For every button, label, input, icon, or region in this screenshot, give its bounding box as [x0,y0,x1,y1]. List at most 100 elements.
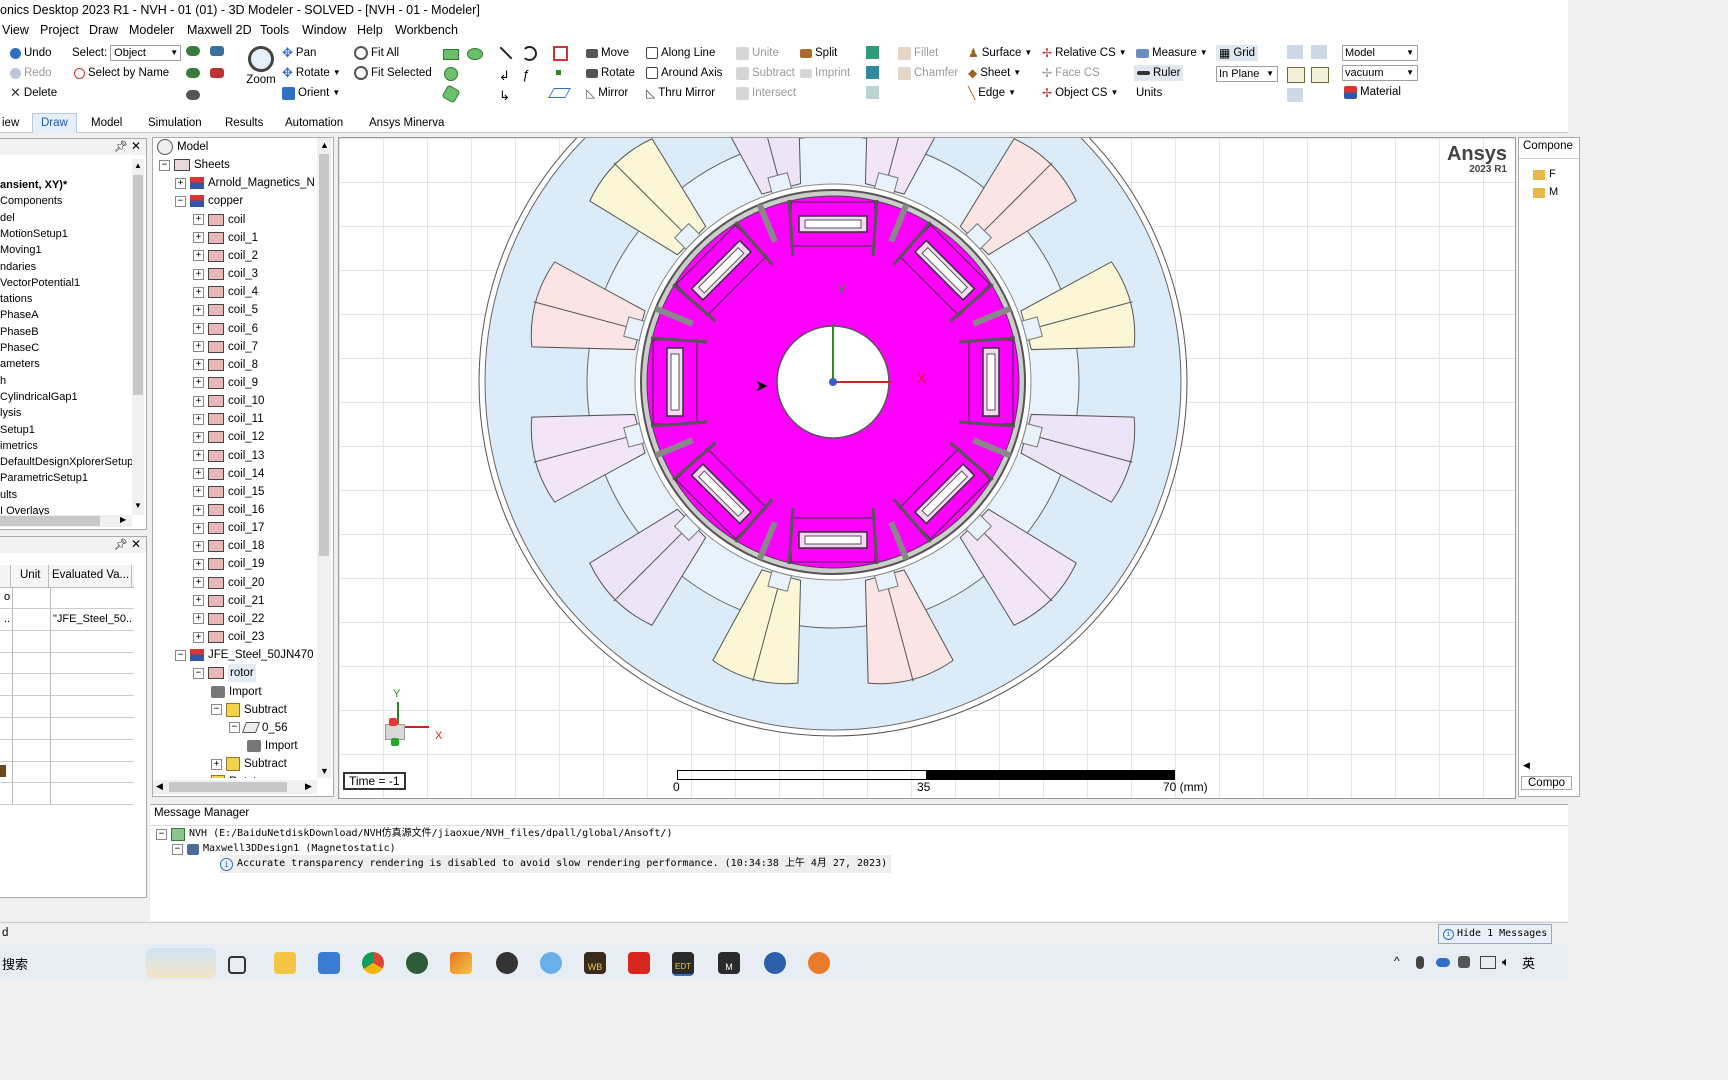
app-icon[interactable] [540,952,562,974]
move-button[interactable]: Move [586,45,629,61]
project-tree-item[interactable]: imetrics [0,438,38,454]
tree-item-material[interactable]: + Arnold_Magnetics_N [175,174,315,192]
project-tree-item[interactable]: tations [0,291,32,307]
tree-item-coil[interactable]: + coil_5 [193,301,258,319]
tree-item-coil[interactable]: + coil_14 [193,465,264,483]
table-row[interactable] [0,717,134,740]
file-explorer-icon[interactable] [274,952,296,974]
project-tree-item[interactable]: ParametricSetup1 [0,470,88,486]
table-row[interactable] [0,696,134,718]
tree-item-coil[interactable]: + coil_15 [193,483,264,501]
imprint-button[interactable]: Imprint [800,65,850,81]
delete-button[interactable]: ✕ Delete [10,85,57,101]
project-tree-item[interactable]: lysis [0,405,21,421]
project-tree-item[interactable]: VectorPotential1 [0,275,80,291]
select-by-name-button[interactable]: Select by Name [74,65,169,81]
app-icon[interactable] [318,952,340,974]
project-tree-item[interactable]: h [0,373,6,389]
tray-network-icon[interactable] [1480,956,1496,969]
collapse-icon[interactable]: − [229,722,240,734]
relative-cs-menu[interactable]: ✢ Relative CS ▼ [1042,45,1127,61]
scrollbar-thumb[interactable] [0,516,100,526]
collapse-icon[interactable]: − [193,667,204,679]
scrollbar-thumb[interactable] [319,154,329,556]
microphone-icon[interactable] [808,952,830,974]
table-row[interactable] [0,674,134,697]
draw-point-icon[interactable]: ↳ [499,88,510,104]
vertical-scrollbar[interactable]: ▲ ▼ [132,159,144,515]
edge-menu[interactable]: ╲ Edge ▼ [968,85,1016,101]
menu-project[interactable]: Project [40,20,79,40]
color-swatch[interactable] [0,765,6,778]
draw-cs-icon[interactable] [548,88,571,98]
project-tree-item[interactable]: ameters [0,356,40,372]
expand-icon[interactable]: + [211,758,222,770]
menu-view[interactable]: View [2,20,29,40]
tree-item-material[interactable]: − copper [175,192,243,210]
fit-all-button[interactable]: Fit All [354,45,399,61]
expand-icon[interactable]: + [193,304,204,316]
expand-icon[interactable]: + [193,486,204,498]
measure-menu[interactable]: Measure ▼ [1136,45,1208,61]
table-row[interactable] [0,652,134,675]
project-tree-item[interactable]: Components [0,193,62,209]
expand-icon[interactable]: + [193,450,204,462]
chamfer-button[interactable]: Chamfer [898,65,958,81]
tray-chevron-icon[interactable]: ^ [1394,954,1400,968]
table-row[interactable] [0,783,134,806]
tab-automation[interactable]: Automation [283,114,345,132]
draw-circle-icon[interactable] [444,67,458,81]
wps-icon[interactable] [628,952,650,974]
expand-icon[interactable]: + [193,468,204,480]
tree-item-operation[interactable]: + Subtract [211,755,287,773]
tab-model[interactable]: Model [89,114,124,132]
tree-item-coil[interactable]: + coil_8 [193,356,258,374]
eye-icon[interactable] [186,68,200,78]
expand-icon[interactable]: + [193,540,204,552]
project-tree-item[interactable]: ndaries [0,259,36,275]
menu-modeler[interactable]: Modeler [129,20,174,40]
scroll-left-icon[interactable]: ◀ [156,781,163,792]
expand-icon[interactable]: + [193,631,204,643]
settings-icon[interactable] [496,952,518,974]
rotate-object-button[interactable]: Rotate [586,65,635,81]
menu-tools[interactable]: Tools [260,20,289,40]
tree-item-operation[interactable]: Import [247,737,298,755]
collapse-icon[interactable]: − [159,159,170,171]
expand-icon[interactable]: + [193,558,204,570]
thicken-icon[interactable] [866,86,879,99]
tree-root-model[interactable]: Model [157,138,208,156]
expand-icon[interactable]: + [193,431,204,443]
split-button[interactable]: Split [800,45,837,61]
tab-draw[interactable]: Draw [32,113,77,133]
subtract-button[interactable]: Subtract [736,65,795,81]
tree-item-coil[interactable]: + coil_10 [193,392,264,410]
object-cs-menu[interactable]: ✢ Object CS ▼ [1042,85,1118,101]
project-tree-item[interactable]: CylindricalGap1 [0,389,78,405]
draw-polygon-icon[interactable] [441,84,461,104]
component-item[interactable]: F [1549,168,1556,180]
undo-button[interactable]: Undo [10,45,52,61]
eye-icon[interactable] [210,46,224,56]
menu-window[interactable]: Window [302,20,346,40]
search-text[interactable]: 搜索 [2,954,28,973]
column-evaluated[interactable]: Evaluated Va... [52,569,129,581]
ruler-toggle[interactable]: Ruler [1134,65,1184,81]
menu-maxwell2d[interactable]: Maxwell 2D [187,20,252,40]
component-item[interactable]: M [1549,186,1558,198]
expand-icon[interactable]: + [193,413,204,425]
task-view-icon[interactable] [228,956,246,974]
tree-item-coil[interactable]: + coil_11 [193,410,264,428]
maxwell-icon[interactable]: M [718,952,740,974]
tree-item-coil[interactable]: + coil_7 [193,338,258,356]
scroll-right-icon[interactable]: ▶ [305,781,312,792]
message-info[interactable]: i Accurate transparency rendering is dis… [220,855,892,873]
project-tree-item[interactable]: PhaseA [0,307,39,323]
draw-arc-icon[interactable] [522,46,537,61]
material-button[interactable]: Material [1344,84,1401,100]
mirror-button[interactable]: ◺ Mirror [586,85,628,101]
project-tree-item[interactable]: Setup1 [0,422,35,438]
scrollbar-thumb[interactable] [133,175,143,395]
project-tree-item[interactable]: Moving1 [0,242,42,258]
snap-quadrant-icon[interactable] [1311,88,1327,102]
